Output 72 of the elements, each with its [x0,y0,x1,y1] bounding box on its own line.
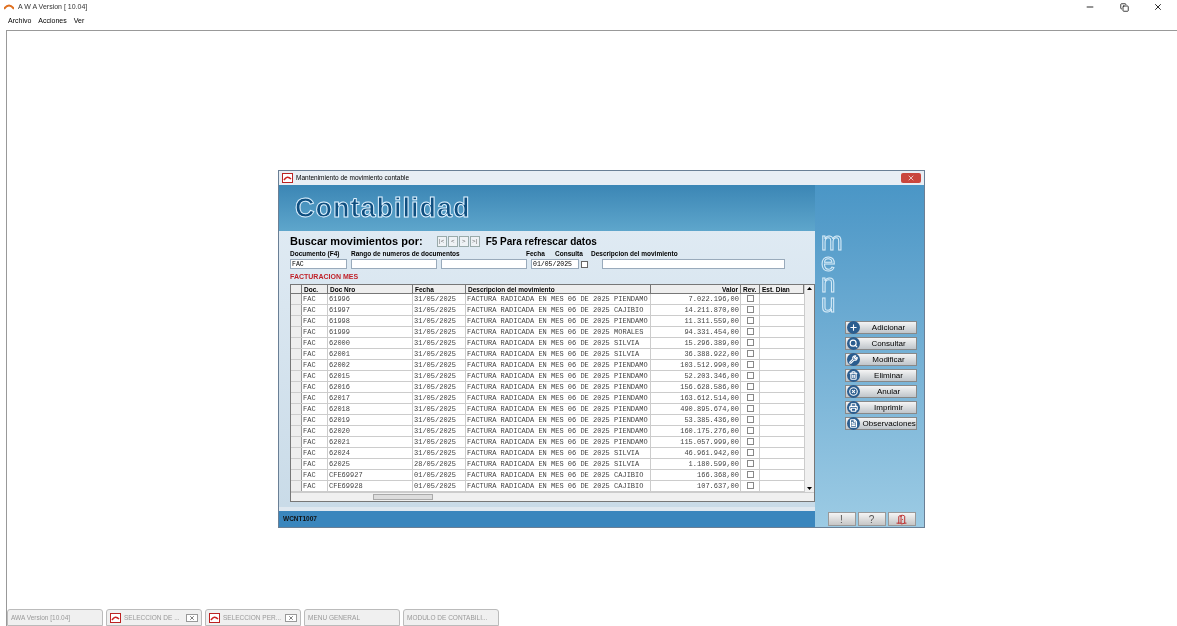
review-checkbox[interactable] [746,471,754,478]
review-checkbox[interactable] [746,339,754,346]
plus-icon [846,321,860,334]
row-selector[interactable] [291,326,302,337]
action-button[interactable]: Adicionar [844,321,917,334]
printer-icon [846,401,860,414]
search-heading: Buscar movimientos por: [290,233,423,249]
wrench-icon [846,353,860,366]
exit-icon [896,513,907,525]
window-icon [110,612,121,623]
row-selector[interactable] [291,304,302,315]
review-checkbox[interactable] [746,295,754,302]
consulta-checkbox[interactable] [581,260,588,268]
review-checkbox[interactable] [746,482,754,489]
side-label: menu [821,231,844,315]
review-checkbox[interactable] [746,427,754,434]
range-from-field[interactable] [351,259,437,269]
banner-title: Contabilidad [295,191,471,225]
row-selector[interactable] [291,447,302,458]
down-arrow-icon[interactable] [807,486,812,490]
review-checkbox[interactable] [746,317,754,324]
up-arrow-icon[interactable] [807,286,812,290]
exit-button[interactable] [887,512,916,526]
row-selector[interactable] [291,359,302,370]
row-selector[interactable] [291,436,302,447]
row-selector[interactable] [291,469,302,480]
window-icon [282,173,293,183]
row-selector[interactable] [291,381,302,392]
review-checkbox[interactable] [746,460,754,467]
review-checkbox[interactable] [746,405,754,412]
close-icon [907,174,915,182]
review-checkbox[interactable] [746,350,754,357]
action-button[interactable]: Modificar [844,353,917,366]
review-checkbox[interactable] [746,361,754,368]
action-button[interactable]: Observaciones [844,417,917,430]
alert-button[interactable]: ! [827,512,856,526]
window-icon [209,612,220,623]
search-icon [846,337,860,350]
row-selector[interactable] [291,337,302,348]
row-selector[interactable] [291,425,302,436]
horizontal-scrollbar[interactable] [291,491,814,501]
review-checkbox[interactable] [746,383,754,390]
action-button[interactable]: Imprimir [844,401,917,414]
close-button[interactable] [901,173,921,183]
review-checkbox[interactable] [746,328,754,335]
review-checkbox[interactable] [746,438,754,445]
row-selector[interactable] [291,348,302,359]
row-selector[interactable] [291,458,302,469]
app-logo-icon [4,4,14,10]
action-button[interactable]: Anular [844,385,917,398]
trash-icon [846,369,860,382]
document-icon [846,417,860,430]
row-selector[interactable] [291,293,302,304]
row-selector[interactable] [291,480,302,491]
help-button[interactable]: ? [857,512,886,526]
row-selector[interactable] [291,403,302,414]
action-button[interactable]: Consultar [844,337,917,350]
review-checkbox[interactable] [746,416,754,423]
row-selector[interactable] [291,315,302,326]
review-checkbox[interactable] [746,394,754,401]
description-field[interactable] [602,259,785,269]
vertical-scrollbar[interactable] [804,284,814,492]
action-button[interactable]: Eliminar [844,369,917,382]
review-checkbox[interactable] [746,372,754,379]
range-to-field[interactable] [441,259,527,269]
row-selector[interactable] [291,414,302,425]
row-selector[interactable] [291,370,302,381]
review-checkbox[interactable] [746,449,754,456]
cancel-icon [846,385,860,398]
row-selector[interactable] [291,392,302,403]
review-checkbox[interactable] [746,306,754,313]
refresh-hint: F5 Para refrescar datos [485,234,597,249]
